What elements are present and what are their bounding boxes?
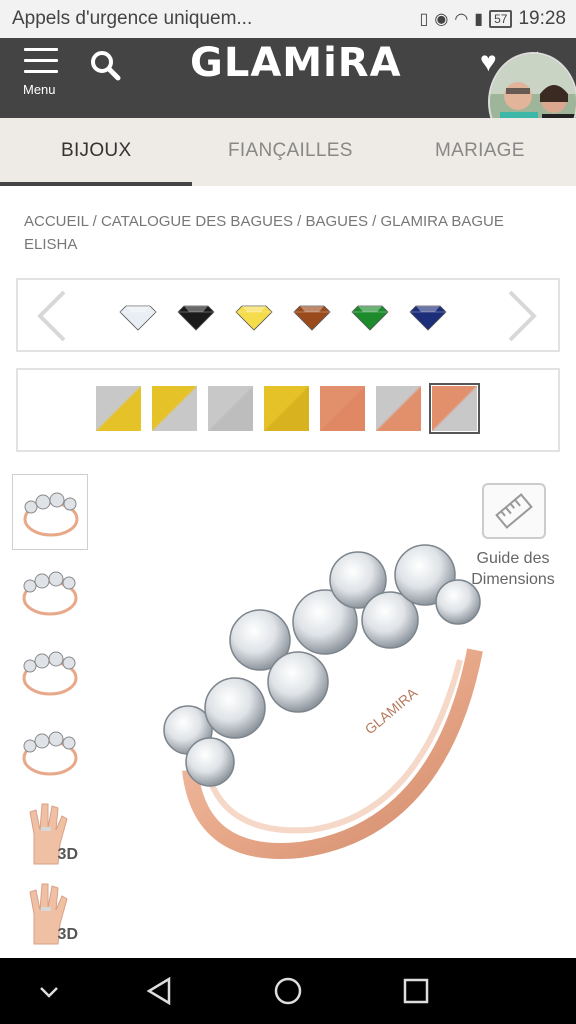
thumbnail-front[interactable] xyxy=(12,474,88,550)
breadcrumb[interactable]: ACCUEIL / CATALOGUE DES BAGUES / BAGUES … xyxy=(24,210,544,256)
hamburger-icon xyxy=(24,48,58,78)
wishlist-heart-icon[interactable]: ♥ xyxy=(480,46,497,78)
tab-mariage[interactable]: MARIAGE xyxy=(435,140,525,162)
metal-swatch-rose[interactable] xyxy=(320,386,365,431)
clock: 19:28 xyxy=(518,8,566,29)
menu-label: Menu xyxy=(23,82,56,97)
thumbnail-list: 3D 3D xyxy=(12,474,88,954)
product-image[interactable]: GLAMIRA xyxy=(140,530,520,910)
chevron-left-icon[interactable] xyxy=(32,288,72,344)
gem-black-icon[interactable] xyxy=(176,294,216,334)
vibrate-icon: ▯ xyxy=(419,11,429,28)
gem-brown-icon[interactable] xyxy=(292,294,332,334)
gem-green-icon[interactable] xyxy=(350,294,390,334)
wifi-icon: ◠ xyxy=(454,11,469,28)
signal-icon: ▮ xyxy=(474,11,484,28)
gem-diamond-white-icon[interactable] xyxy=(118,294,158,334)
thumbnail-side[interactable] xyxy=(12,554,88,630)
tab-fiancailles[interactable]: FIANÇAILLES xyxy=(228,140,353,162)
battery-icon: 57 xyxy=(489,10,513,28)
home-icon[interactable] xyxy=(271,974,305,1008)
recents-icon[interactable] xyxy=(399,974,433,1008)
thumbnail-angle[interactable] xyxy=(12,714,88,790)
engraving-text: GLAMIRA xyxy=(362,684,421,737)
thumbnail-hand-3d-2[interactable]: 3D xyxy=(12,874,88,950)
chevron-down-icon[interactable] xyxy=(32,974,66,1008)
carrier-text: Appels d'urgence uniquem... xyxy=(12,8,253,29)
metal-swatch-yellow[interactable] xyxy=(264,386,309,431)
metal-swatch-white-rose[interactable] xyxy=(376,386,421,431)
metal-swatch-white-yellow[interactable] xyxy=(96,386,141,431)
search-icon xyxy=(91,51,121,81)
3d-badge: 3D xyxy=(57,846,78,863)
gemstone-selector xyxy=(16,278,560,352)
logo[interactable]: GLAMiRA xyxy=(190,40,410,86)
3d-badge: 3D xyxy=(57,926,78,943)
status-bar: Appels d'urgence uniquem... ▯ ◉ ◠ ▮ 57 1… xyxy=(0,0,576,38)
gem-yellow-icon[interactable] xyxy=(234,294,274,334)
tab-bijoux[interactable]: BIJOUX xyxy=(61,140,131,162)
search-button[interactable] xyxy=(88,48,122,82)
metal-swatch-white[interactable] xyxy=(208,386,253,431)
menu-button[interactable]: Menu xyxy=(22,48,62,100)
back-icon[interactable] xyxy=(143,974,177,1008)
status-icons: ▯ ◉ ◠ ▮ 57 19:28 xyxy=(420,8,566,30)
metal-swatch-yellow-white[interactable] xyxy=(152,386,197,431)
thumbnail-hand-3d[interactable]: 3D xyxy=(12,794,88,870)
system-nav-bar xyxy=(0,958,576,1024)
category-tabs: BIJOUX FIANÇAILLES MARIAGE xyxy=(0,118,576,186)
chevron-right-icon[interactable] xyxy=(502,288,542,344)
metal-selector xyxy=(16,368,560,452)
eye-icon: ◉ xyxy=(434,11,449,28)
active-tab-indicator xyxy=(0,182,192,186)
thumbnail-top[interactable] xyxy=(12,634,88,710)
metal-swatch-rose-white[interactable] xyxy=(429,383,480,434)
gem-blue-icon[interactable] xyxy=(408,294,448,334)
